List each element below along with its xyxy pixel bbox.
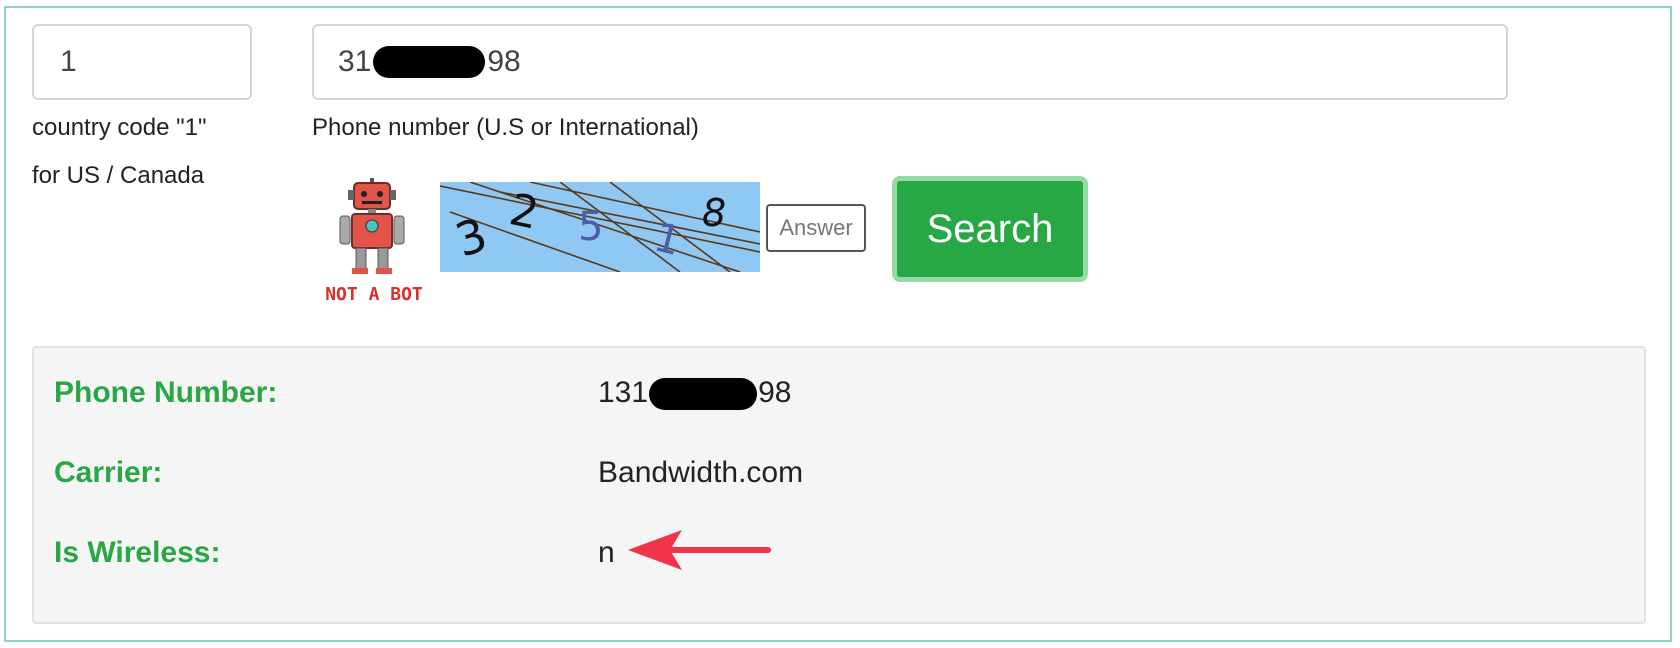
captcha-answer-placeholder: Answer [779,215,853,240]
phone-value-prefix: 31 [338,45,372,78]
country-code-input[interactable]: 1 [32,24,252,100]
phone-number-value: 131 98 [598,376,792,411]
is-wireless-value: n [598,536,615,569]
country-code-value: 1 [60,45,77,78]
phone-value-suffix: 98 [487,45,521,78]
captcha-char-1: 3 [449,207,494,267]
captcha-image: 3 2 5 1 8 [440,182,760,272]
red-arrow-annotation [628,530,771,570]
phone-number-help: Phone number (U.S or International) [312,114,699,141]
robot-icon: NOT A BOT [325,178,423,305]
result-phone-prefix: 131 [598,376,649,409]
captcha-char-3: 5 [578,204,603,250]
search-button[interactable]: Search [892,176,1088,282]
phone-number-label: Phone Number: [54,376,278,409]
captcha-char-5: 8 [702,191,726,235]
robot-caption: NOT A BOT [325,284,423,305]
captcha-char-2: 2 [505,184,543,240]
country-code-help: country code "1" for US / Canada [32,104,282,200]
result-phone-suffix: 98 [758,376,792,409]
carrier-value: Bandwidth.com [598,456,804,489]
phone-number-input[interactable]: 31 98 [312,24,1508,100]
country-code-help-line-1: country code "1" [32,114,207,141]
captcha-answer-input[interactable]: Answer [766,204,866,252]
carrier-label: Carrier: [54,456,163,489]
captcha-char-4: 1 [649,214,685,265]
results-panel: Phone Number: 131 98 Carrier: Bandwidth.c… [32,346,1646,624]
captcha-noise-lines: 3 2 5 1 8 [440,182,760,272]
country-code-help-line-2: for US / Canada [32,162,205,189]
redaction-mark [649,378,758,411]
redaction-mark [373,46,486,78]
is-wireless-label: Is Wireless: [54,536,221,569]
